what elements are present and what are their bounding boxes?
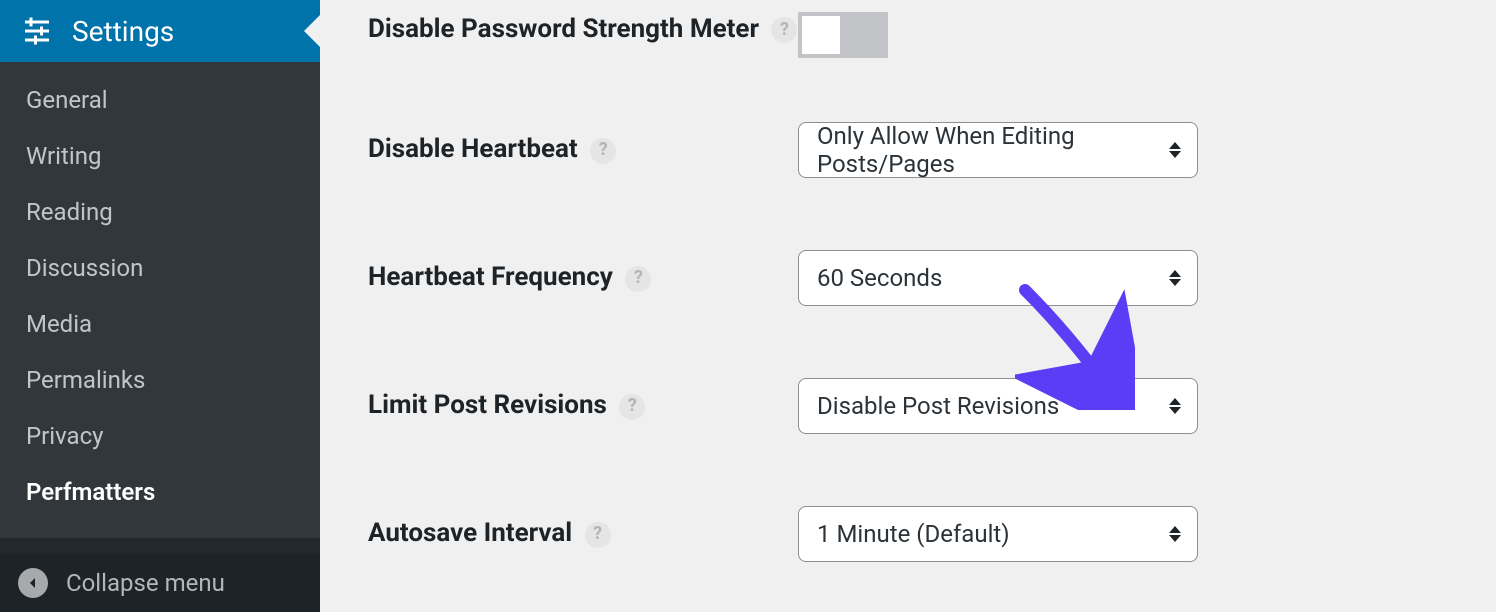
sidebar-item-general[interactable]: General <box>0 72 320 128</box>
sidebar-item-discussion[interactable]: Discussion <box>0 240 320 296</box>
select-autosave-interval[interactable]: 1 Minute (Default) <box>798 506 1198 562</box>
select-limit-post-revisions-value: Disable Post Revisions <box>817 392 1059 420</box>
collapse-menu-label: Collapse menu <box>66 569 225 597</box>
sidebar-item-writing[interactable]: Writing <box>0 128 320 184</box>
select-caret-icon <box>1169 522 1185 546</box>
row-heartbeat-frequency: Heartbeat Frequency ? 60 Seconds <box>368 250 1456 306</box>
sidebar-header-settings[interactable]: Settings <box>0 0 320 62</box>
help-icon[interactable]: ? <box>619 394 645 420</box>
label-heartbeat-frequency: Heartbeat Frequency ? <box>368 262 651 292</box>
sidebar-header-label: Settings <box>72 15 174 48</box>
row-disable-heartbeat: Disable Heartbeat ? Only Allow When Edit… <box>368 122 1456 178</box>
select-heartbeat-frequency-value: 60 Seconds <box>817 264 942 292</box>
help-icon[interactable]: ? <box>625 266 651 292</box>
sidebar-item-perfmatters[interactable]: Perfmatters <box>0 464 320 520</box>
collapse-menu-button[interactable]: Collapse menu <box>0 554 320 612</box>
row-autosave-interval: Autosave Interval ? 1 Minute (Default) <box>368 506 1456 562</box>
sidebar-item-privacy[interactable]: Privacy <box>0 408 320 464</box>
label-disable-password-strength-meter: Disable Password Strength Meter ? <box>368 14 797 44</box>
select-caret-icon <box>1169 138 1185 162</box>
admin-sidebar: Settings General Writing Reading Discuss… <box>0 0 320 612</box>
label-autosave-interval: Autosave Interval ? <box>368 518 611 548</box>
row-disable-password-strength-meter: Disable Password Strength Meter ? <box>368 12 1456 58</box>
settings-form: Disable Password Strength Meter ? Disabl… <box>320 0 1496 612</box>
toggle-disable-password-strength-meter[interactable] <box>798 12 888 58</box>
help-icon[interactable]: ? <box>585 522 611 548</box>
sliders-icon <box>20 14 54 48</box>
collapse-arrow-icon <box>18 568 48 598</box>
select-caret-icon <box>1169 266 1185 290</box>
label-disable-heartbeat: Disable Heartbeat ? <box>368 134 616 164</box>
sidebar-item-permalinks[interactable]: Permalinks <box>0 352 320 408</box>
toggle-knob <box>802 16 840 54</box>
sidebar-item-media[interactable]: Media <box>0 296 320 352</box>
select-autosave-interval-value: 1 Minute (Default) <box>817 520 1010 548</box>
select-disable-heartbeat-value: Only Allow When Editing Posts/Pages <box>817 122 1159 178</box>
select-limit-post-revisions[interactable]: Disable Post Revisions <box>798 378 1198 434</box>
label-limit-post-revisions: Limit Post Revisions ? <box>368 390 645 420</box>
help-icon[interactable]: ? <box>590 138 616 164</box>
row-limit-post-revisions: Limit Post Revisions ? Disable Post Revi… <box>368 378 1456 434</box>
select-heartbeat-frequency[interactable]: 60 Seconds <box>798 250 1198 306</box>
select-disable-heartbeat[interactable]: Only Allow When Editing Posts/Pages <box>798 122 1198 178</box>
settings-submenu: General Writing Reading Discussion Media… <box>0 62 320 538</box>
help-icon[interactable]: ? <box>771 17 797 43</box>
sidebar-item-reading[interactable]: Reading <box>0 184 320 240</box>
select-caret-icon <box>1169 394 1185 418</box>
